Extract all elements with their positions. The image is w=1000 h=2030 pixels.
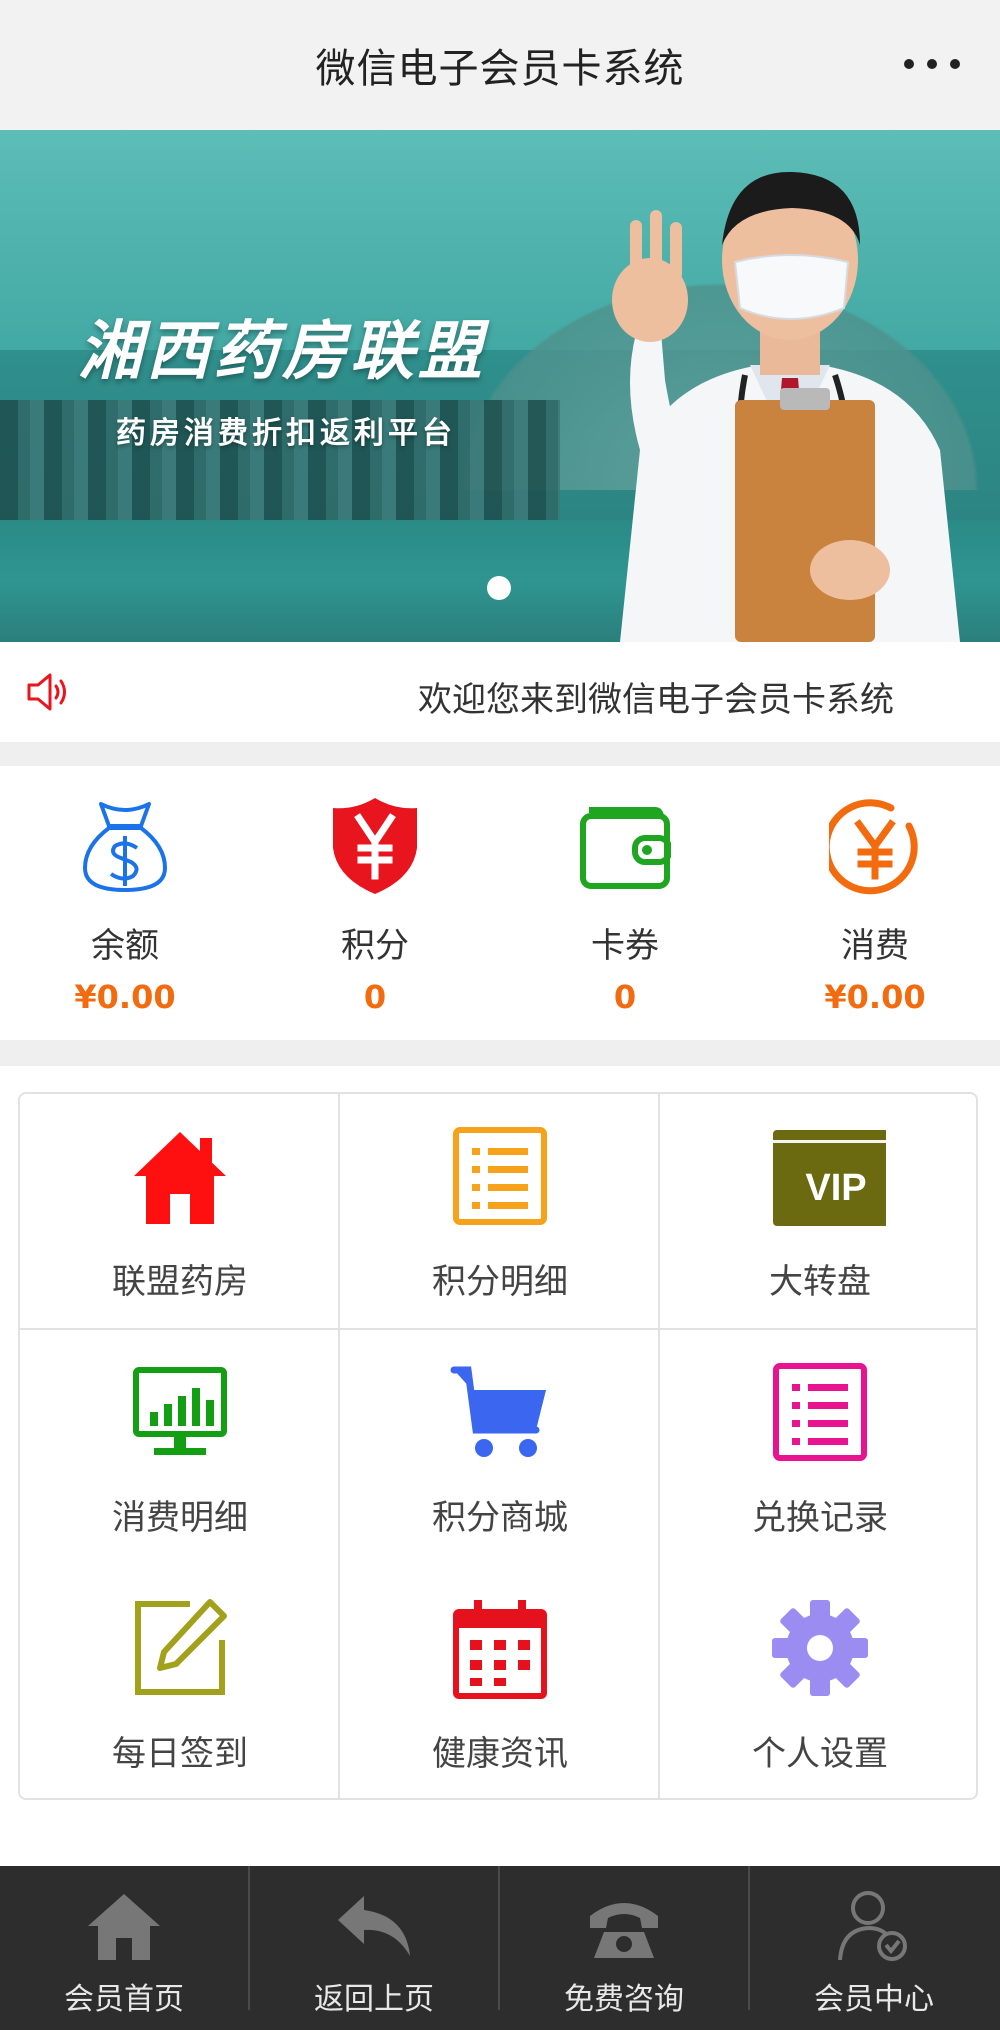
banner-carousel[interactable]: 湘西药房联盟 药房消费折扣返利平台 (0, 130, 1000, 642)
grid-item-settings[interactable]: 个人设置 (660, 1566, 980, 1802)
stat-value: ¥0.00 (74, 978, 176, 1016)
nav-member-home[interactable]: 会员首页 (0, 1866, 248, 2030)
grid-item-health-news[interactable]: 健康资讯 (340, 1566, 660, 1802)
grid-item-spending-detail[interactable]: 消费明细 (20, 1330, 340, 1566)
carousel-indicator[interactable] (487, 576, 513, 602)
stat-value: 0 (613, 978, 637, 1016)
stat-label: 卡券 (591, 926, 659, 966)
nav-label: 会员中心 (814, 1982, 934, 2017)
svg-text:VIP: VIP (805, 1167, 866, 1209)
yen-shield-icon (333, 798, 417, 894)
home-outline-icon (88, 1894, 160, 1960)
stat-label: 余额 (91, 926, 159, 966)
grid-item-wheel[interactable]: VIP 大转盘 (660, 1094, 980, 1330)
stat-points[interactable]: 积分 0 (250, 766, 500, 1040)
nav-label: 返回上页 (314, 1982, 434, 2017)
home-icon (134, 1132, 226, 1224)
grid-item-label: 大转盘 (769, 1262, 871, 1302)
more-icon[interactable] (904, 44, 960, 84)
grid-item-label: 积分明细 (432, 1262, 568, 1302)
speaker-icon (27, 673, 66, 711)
monitor-chart-icon (133, 1367, 227, 1455)
grid-item-points-detail[interactable]: 积分明细 (340, 1094, 660, 1330)
grid-item-label: 积分商城 (432, 1498, 568, 1538)
banner-subline: 药房消费折扣返利平台 (116, 416, 456, 451)
user-check-icon (838, 1891, 907, 1961)
yen-circle-icon (829, 799, 918, 895)
grid-item-daily-checkin[interactable]: 每日签到 (20, 1566, 340, 1802)
stat-label: 积分 (341, 926, 409, 966)
grid-item-label: 每日签到 (112, 1734, 248, 1774)
stat-balance[interactable]: 余额 ¥0.00 (0, 766, 250, 1040)
page-title: 微信电子会员卡系统 (315, 46, 685, 92)
grid-item-label: 个人设置 (752, 1734, 888, 1774)
grid-item-label: 兑换记录 (752, 1498, 888, 1538)
nav-member-center[interactable]: 会员中心 (750, 1866, 998, 2030)
notice-bar: 欢迎您来到微信电子会员卡系统 (0, 642, 1000, 742)
stat-spending[interactable]: 消费 ¥0.00 (750, 766, 1000, 1040)
record-list-icon (773, 1363, 867, 1461)
section-divider (0, 1040, 1000, 1066)
stat-value: 0 (363, 978, 387, 1016)
stat-value: ¥0.00 (824, 978, 926, 1016)
grid-item-label: 健康资讯 (432, 1734, 568, 1774)
grid-item-pharmacy[interactable]: 联盟药房 (20, 1094, 340, 1330)
grid-item-label: 消费明细 (112, 1498, 248, 1538)
money-bag-icon (82, 802, 168, 893)
bottom-nav: 会员首页 返回上页 免费咨询 会员中心 (0, 1866, 1000, 2030)
gear-icon (772, 1600, 868, 1696)
stat-label: 消费 (841, 926, 909, 966)
feature-grid: 联盟药房 积分明细 VIP 大转盘 消费明细 积分商城 兑换记录 每日签到 健康… (18, 1092, 978, 1800)
nav-consult[interactable]: 免费咨询 (500, 1866, 748, 2030)
vip-icon: VIP (773, 1130, 886, 1226)
phone-icon (590, 1903, 658, 1958)
banner-headline: 湘西药房联盟 (78, 315, 486, 389)
list-icon (453, 1127, 547, 1225)
member-stats: 余额 ¥0.00 积分 0 卡券 0 消费 ¥0.00 (0, 766, 1000, 1040)
nav-back[interactable]: 返回上页 (250, 1866, 498, 2030)
calendar-icon (453, 1600, 547, 1699)
section-divider (0, 742, 1000, 766)
reply-all-icon (334, 1896, 410, 1956)
notice-text: 欢迎您来到微信电子会员卡系统 (418, 680, 894, 720)
wallet-icon (580, 807, 671, 889)
nav-label: 免费咨询 (564, 1982, 684, 2017)
top-bar: 微信电子会员卡系统 (0, 0, 1000, 130)
nav-label: 会员首页 (64, 1982, 184, 2017)
doctor-illustration (612, 171, 960, 642)
grid-item-points-mall[interactable]: 积分商城 (340, 1330, 660, 1566)
edit-icon (135, 1599, 227, 1695)
stat-coupons[interactable]: 卡券 0 (500, 766, 750, 1040)
cart-icon (450, 1366, 546, 1457)
grid-item-label: 联盟药房 (112, 1262, 248, 1302)
grid-item-exchange-record[interactable]: 兑换记录 (660, 1330, 980, 1566)
